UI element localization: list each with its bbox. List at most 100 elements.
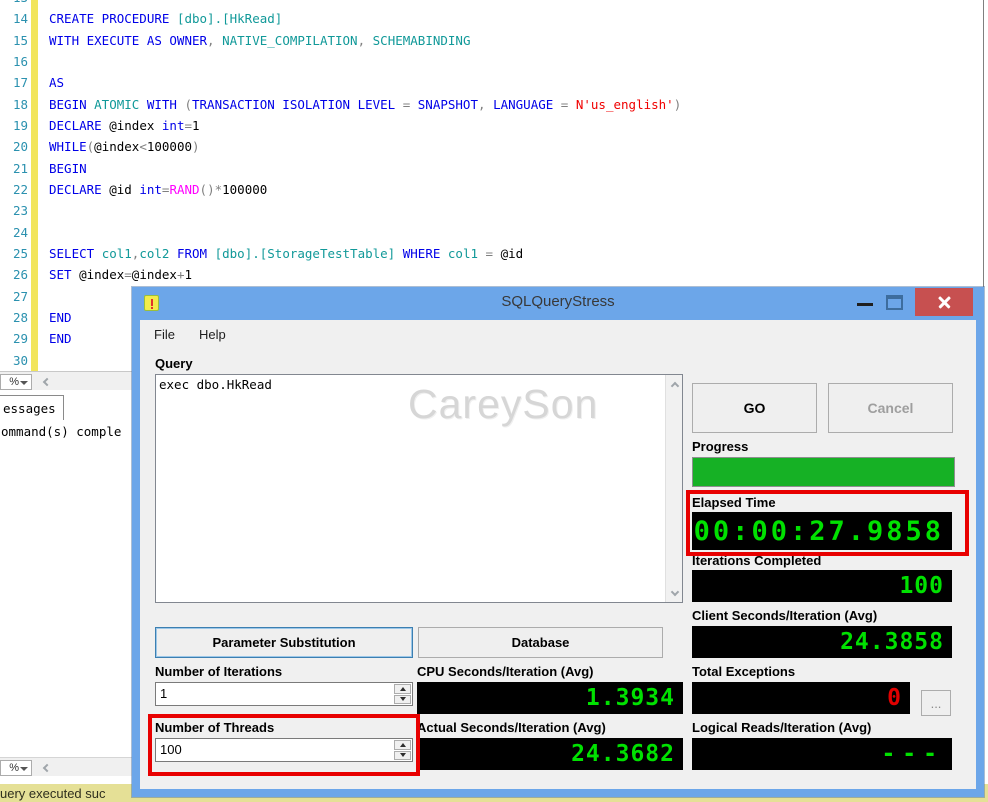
window-client-area: File Help Query exec dbo.HkRead CareySon… [140, 320, 976, 789]
minimize-button[interactable] [857, 303, 873, 306]
progress-label: Progress [692, 439, 749, 454]
code-line[interactable]: 15 WITH EXECUTE AS OWNER, NATIVE_COMPILAT… [0, 29, 988, 51]
code-line[interactable]: 23 [0, 200, 988, 222]
exceptions-more-button[interactable]: ... [921, 690, 951, 716]
code-token: N'us_english' [575, 96, 674, 112]
code-token: @index [79, 267, 125, 283]
change-tracking-bar [31, 93, 38, 115]
code-token: WHILE [49, 139, 87, 155]
code-token: END [49, 310, 72, 326]
iterations-stepper[interactable]: 1 [155, 682, 413, 706]
parameter-substitution-button[interactable]: Parameter Substitution [155, 627, 413, 658]
change-tracking-bar [31, 0, 38, 9]
code-token: ( [184, 96, 192, 112]
results-zoom-dropdown[interactable]: % [0, 760, 32, 776]
triangle-down-icon [399, 753, 406, 758]
close-button[interactable] [915, 288, 973, 316]
go-button[interactable]: GO [692, 383, 817, 433]
code-token: SELECT [49, 246, 102, 262]
line-number: 23 [12, 203, 28, 219]
code-token: @index [94, 139, 140, 155]
code-text: WITH EXECUTE AS OWNER, NATIVE_COMPILATIO… [38, 33, 470, 48]
stepper-down-button[interactable] [394, 750, 411, 760]
sqlquerystress-window: SQLQueryStress File Help Query exec dbo.… [132, 287, 984, 797]
line-number: 20 [12, 139, 28, 155]
code-token: BEGIN [49, 160, 87, 176]
line-number: 13 [0, 0, 28, 5]
menu-help[interactable]: Help [199, 324, 236, 345]
code-line[interactable]: 21 BEGIN [0, 157, 988, 179]
code-line[interactable]: 18 BEGIN ATOMIC WITH (TRANSACTION ISOLATI… [0, 93, 988, 115]
code-token: = [124, 267, 132, 283]
scroll-down-button[interactable] [666, 583, 683, 600]
database-button[interactable]: Database [418, 627, 663, 658]
code-line[interactable]: 14 CREATE PROCEDURE [dbo].[HkRead] [0, 8, 988, 30]
threads-stepper[interactable]: 100 [155, 738, 413, 762]
stepper-up-button[interactable] [394, 684, 411, 694]
stepper-down-button[interactable] [394, 694, 411, 704]
change-tracking-bar [31, 242, 38, 265]
triangle-down-icon [399, 697, 406, 702]
scroll-up-button[interactable] [666, 377, 683, 394]
triangle-up-icon [399, 686, 406, 691]
code-text: BEGIN [38, 161, 87, 176]
code-text: BEGIN ATOMIC WITH (TRANSACTION ISOLATION… [38, 97, 681, 112]
total-exceptions-label: Total Exceptions [692, 664, 796, 679]
code-line[interactable]: 24 [0, 221, 988, 243]
stepper-up-button[interactable] [394, 740, 411, 750]
code-token: @index [109, 118, 162, 134]
code-token: = [478, 246, 501, 262]
code-line[interactable]: 25 SELECT col1,col2 FROM [dbo].[StorageTe… [0, 242, 988, 265]
code-text: SELECT col1,col2 FROM [dbo].[StorageTest… [38, 246, 523, 261]
code-token: int [139, 182, 162, 198]
code-token: 100000 [222, 182, 268, 198]
actual-seconds-display: 24.3682 [417, 738, 683, 770]
line-number: 30 [12, 352, 28, 368]
code-token: NATIVE_COMPILATION [222, 32, 358, 48]
hscroll-left-button[interactable] [40, 376, 54, 388]
chevron-down-icon [20, 381, 28, 385]
code-line[interactable]: 17 AS [0, 72, 988, 94]
maximize-button[interactable] [886, 295, 903, 310]
code-token: [dbo].[StorageTestTable] [214, 246, 396, 262]
code-line[interactable]: 13 [0, 0, 988, 9]
code-line[interactable]: 26 SET @index=@index+1 [0, 264, 988, 286]
line-number: 27 [12, 288, 28, 304]
logical-reads-value: --- [881, 741, 944, 767]
menu-file[interactable]: File [154, 324, 185, 345]
code-token: , [357, 32, 373, 48]
change-tracking-bar [31, 29, 38, 51]
cancel-button[interactable]: Cancel [828, 383, 953, 433]
line-number: 28 [12, 310, 28, 326]
change-tracking-bar [31, 200, 38, 222]
code-token: @index [131, 267, 177, 283]
results-hscroll-left-button[interactable] [40, 762, 54, 774]
code-line[interactable]: 22 DECLARE @id int=RAND()*100000 [0, 178, 988, 201]
code-token: = [395, 96, 418, 112]
code-token: END [49, 331, 72, 347]
code-token: DECLARE [49, 182, 110, 198]
line-number: 22 [12, 182, 28, 198]
code-line[interactable]: 16 [0, 50, 988, 73]
code-token: DECLARE [49, 118, 110, 134]
query-scrollbar[interactable] [665, 375, 682, 602]
line-number: 14 [12, 11, 28, 27]
code-token: col2 [139, 246, 170, 262]
code-token: int [161, 118, 185, 134]
code-token: CREATE PROCEDURE [49, 11, 177, 27]
code-text: END [38, 310, 72, 325]
code-line[interactable]: 19 DECLARE @index int=1 [0, 114, 988, 137]
watermark: CareySon [408, 381, 599, 427]
code-line[interactable]: 20 WHILE(@index<100000) [0, 136, 988, 158]
window-title: SQLQueryStress [501, 293, 615, 310]
tab-messages[interactable]: essages [0, 395, 64, 420]
code-token: = [553, 96, 576, 112]
title-bar[interactable]: SQLQueryStress [132, 287, 984, 320]
logical-reads-display: --- [692, 738, 952, 770]
logical-reads-label: Logical Reads/Iteration (Avg) [692, 720, 872, 735]
code-token: , [478, 96, 494, 112]
code-text: DECLARE @id int=RAND()*100000 [38, 182, 267, 197]
query-textarea[interactable]: exec dbo.HkRead CareySon [155, 374, 683, 603]
screen: 13 14 CREATE PROCEDURE [dbo].[HkRead] 15 WIT… [0, 0, 988, 802]
zoom-dropdown[interactable]: % [0, 374, 32, 390]
